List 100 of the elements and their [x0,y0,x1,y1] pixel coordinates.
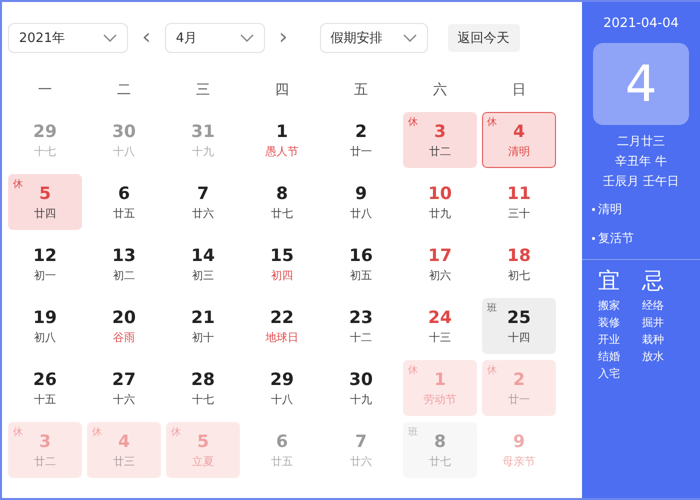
day-cell[interactable]: 休 3 廿二 [403,112,477,168]
next-month-button[interactable]: › [274,27,292,49]
day-number: 9 [355,184,367,204]
day-number: 7 [355,432,367,452]
lunar-date: 十三 [429,330,451,344]
day-number: 13 [112,246,136,266]
lunar-date: 愚人节 [266,144,298,158]
day-cell[interactable]: 班 25 十四 [482,298,556,354]
bullet-icon [592,237,595,240]
bullet-icon [592,208,595,211]
day-cell[interactable]: 10 廿九 [403,174,477,230]
day-number: 4 [513,122,525,142]
day-cell[interactable]: 7 廿六 [166,174,240,230]
previous-month-button[interactable]: ‹ [138,27,155,49]
day-cell[interactable]: 1 愚人节 [245,112,319,168]
day-cell[interactable]: 17 初六 [403,236,477,292]
day-cell[interactable]: 11 三十 [482,174,556,230]
day-cell[interactable]: 23 十二 [324,298,398,354]
day-cell[interactable]: 30 十九 [324,360,398,416]
day-cell[interactable]: 16 初五 [324,236,398,292]
weekday-label: 六 [432,81,448,100]
lunar-date: 廿六 [192,206,214,220]
day-number: 8 [434,432,446,452]
festival-name: 清明 [598,201,622,218]
day-number: 24 [428,308,452,328]
holiday-label: 休 [408,116,418,129]
avoid-heading: 忌 [642,268,664,296]
holiday-select[interactable]: 假期安排 [320,23,428,53]
day-number: 2 [513,370,525,390]
lunar-date: 初七 [508,268,530,282]
day-cell[interactable]: 2 廿一 [324,112,398,168]
day-number: 11 [507,184,531,204]
day-number: 30 [112,122,136,142]
year-zodiac: 辛丑年 牛 [614,153,668,170]
holiday-label: 休 [487,364,497,377]
suitable-item: 开业 [598,333,620,347]
lunar-date: 初八 [34,330,56,344]
selected-date: 2021-04-04 [602,16,680,31]
day-cell[interactable]: 28 十七 [166,360,240,416]
day-cell[interactable]: 12 初一 [8,236,82,292]
day-number: 15 [270,246,294,266]
lunar-date: 初二 [113,268,135,282]
lunar-date: 十八 [113,144,135,158]
lunar-date: 十四 [508,330,530,344]
lunar-date: 廿三 [113,454,135,468]
lunar-date: 初一 [34,268,56,282]
day-number: 20 [112,308,136,328]
day-cell[interactable]: 29 十八 [245,360,319,416]
day-cell[interactable]: 18 初七 [482,236,556,292]
lunar-date: 十七 [34,144,56,158]
lunar-date: 廿二 [429,144,451,158]
day-number: 16 [349,246,373,266]
day-cell[interactable]: 27 十六 [87,360,161,416]
day-number: 28 [191,370,215,390]
day-number: 25 [507,308,531,328]
big-day-number: 4 [593,43,689,125]
weekday-label: 五 [353,81,369,100]
weekday-label: 二 [116,81,132,100]
month-select[interactable]: 4月 [164,23,265,53]
day-cell[interactable]: 19 初八 [8,298,82,354]
day-cell[interactable]: 休 5 廿四 [8,174,82,230]
day-number: 29 [270,370,294,390]
ganzhi-text: 壬辰月 壬午日 [602,173,680,190]
lunar-date: 廿七 [271,206,293,220]
day-cell[interactable]: 24 十三 [403,298,477,354]
day-number: 29 [33,122,57,142]
suitable-item: 装修 [598,316,620,330]
day-cell[interactable]: 26 十五 [8,360,82,416]
weekday-label: 四 [274,81,290,100]
day-number: 27 [112,370,136,390]
day-number: 7 [197,184,209,204]
day-number: 8 [276,184,288,204]
day-cell[interactable]: 21 初十 [166,298,240,354]
day-cell[interactable]: 8 廿七 [245,174,319,230]
weekday-label: 一 [37,81,53,100]
day-number: 6 [118,184,130,204]
holiday-label: 休 [92,426,102,439]
day-number: 22 [270,308,294,328]
day-number: 18 [507,246,531,266]
day-cell[interactable]: 20 谷雨 [87,298,161,354]
avoid-item: 掘井 [642,316,664,330]
year-select[interactable]: 2021年 [8,23,128,53]
lunar-date: 廿五 [271,454,293,468]
day-number: 17 [428,246,452,266]
day-cell[interactable]: 6 廿五 [87,174,161,230]
day-number: 14 [191,246,215,266]
day-cell[interactable]: 9 廿八 [324,174,398,230]
chevron-down-icon [402,34,417,42]
day-cell[interactable]: 22 地球日 [245,298,319,354]
day-cell[interactable]: 13 初二 [87,236,161,292]
lunar-date: 十八 [271,392,293,406]
holiday-label: 班 [408,426,418,439]
day-cell[interactable]: 15 初四 [245,236,319,292]
lunar-date: 三十 [508,206,530,220]
day-number: 10 [428,184,452,204]
lunar-date: 谷雨 [113,330,135,344]
lunar-date: 清明 [508,144,530,158]
day-number: 1 [276,122,288,142]
return-today-button[interactable]: 返回今天 [448,24,520,52]
day-cell[interactable]: 14 初三 [166,236,240,292]
